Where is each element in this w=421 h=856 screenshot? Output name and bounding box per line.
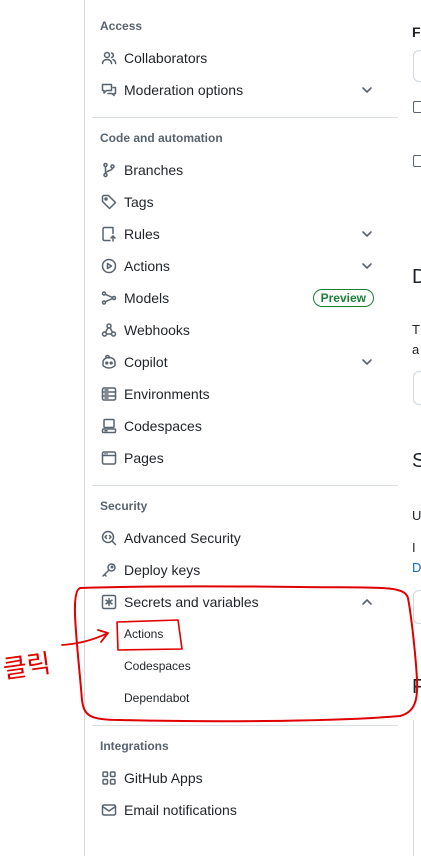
sidebar-item-actions[interactable]: Actions [84,251,390,281]
copilot-icon [100,353,118,371]
repo-push-icon [100,225,118,243]
right-panel-heading-fragment: S [412,450,421,472]
sidebar-item-label: Webhooks [124,322,190,338]
sidebar-item-label: Collaborators [124,50,208,66]
sidebar-item-copilot[interactable]: Copilot [84,347,390,377]
git-branch-icon [100,161,118,179]
codespaces-icon [100,417,118,435]
key-icon [100,561,118,579]
sidebar-item-webhooks[interactable]: Webhooks [84,315,390,345]
sidebar-item-collaborators[interactable]: Collaborators [84,43,390,73]
subitem-codespaces[interactable]: Codespaces [114,653,374,679]
sidebar-item-environments[interactable]: Environments [84,379,390,409]
sidebar-item-label: Advanced Security [124,530,241,546]
section-divider [92,117,398,118]
models-icon [100,289,118,307]
server-icon [100,385,118,403]
sidebar-item-label: Copilot [124,354,168,370]
sidebar-item-label: Secrets and variables [124,594,259,610]
sidebar-item-label: Codespaces [124,418,202,434]
sidebar-item-tags[interactable]: Tags [84,187,390,217]
subitem-actions[interactable]: Actions [114,621,374,647]
tag-icon [100,193,118,211]
sidebar-item-label: GitHub Apps [124,770,203,786]
sidebar-item-label: Tags [124,194,154,210]
browser-icon [100,449,118,467]
sidebar-item-advanced-security[interactable]: Advanced Security [84,523,390,553]
chevron-down-icon[interactable] [360,83,374,97]
sidebar-item-label: Actions [124,258,170,274]
section-divider [92,725,398,726]
webhook-icon [100,321,118,339]
right-panel-box-fragment [413,590,421,624]
mail-icon [100,801,118,819]
sidebar-item-codespaces[interactable]: Codespaces [84,411,390,441]
section-title-integrations: Integrations [100,739,169,753]
sidebar-item-label: Moderation options [124,82,244,98]
sidebar-item-email-notifications[interactable]: Email notifications [84,795,390,825]
sidebar-item-label: Branches [124,162,184,178]
right-panel-text-fragment: U [412,508,421,523]
section-title-security: Security [100,499,148,513]
chevron-down-icon[interactable] [360,227,374,241]
sidebar-item-label: Pages [124,450,164,466]
right-panel-input-fragment[interactable] [413,50,421,82]
play-icon [100,257,118,275]
right-panel-checkbox[interactable] [413,101,421,113]
chevron-down-icon[interactable] [360,355,374,369]
section-title-code-automation: Code and automation [100,131,223,145]
sidebar-item-secrets-and-variables[interactable]: Secrets and variables [84,587,390,617]
section-divider [92,485,398,486]
sidebar-item-deploy-keys[interactable]: Deploy keys [84,555,390,585]
sidebar-item-moderation-options[interactable]: Moderation options [84,75,390,105]
sidebar-item-github-apps[interactable]: GitHub Apps [84,763,390,793]
codescan-icon [100,529,118,547]
right-panel-text-fragment: T [412,322,420,337]
subitem-label: Codespaces [124,659,191,673]
right-panel-heading-fragment: D [412,266,421,288]
people-icon [100,49,118,67]
sidebar-item-label: Models [124,290,170,306]
apps-icon [100,769,118,787]
section-title-access: Access [100,19,143,33]
subitem-label: Actions [124,627,164,641]
settings-sidebar: Access Collaborators Moderation options … [84,0,406,856]
right-panel-border-fragment [413,720,414,856]
comment-discussion-icon [100,81,118,99]
right-panel-text-fragment: I [412,540,416,555]
key-asterisk-icon [100,593,118,611]
sidebar-item-rules[interactable]: Rules [84,219,390,249]
chevron-down-icon[interactable] [360,259,374,273]
right-panel-link-fragment[interactable]: D [412,560,421,578]
sidebar-item-label: Deploy keys [124,562,201,578]
right-panel-checkbox[interactable] [413,155,421,167]
sidebar-item-models[interactable]: Models Preview [84,283,390,313]
right-panel-text-fragment: a [412,342,420,357]
preview-badge: Preview [312,289,374,307]
annotation-handwritten-text: 클릭 [1,649,53,685]
right-panel-heading-fragment: F [412,676,421,698]
sidebar-item-branches[interactable]: Branches [84,155,390,185]
sidebar-item-label: Environments [124,386,210,402]
subitem-dependabot[interactable]: Dependabot [114,685,374,711]
right-panel-heading-fragment: F [412,24,421,40]
chevron-up-icon[interactable] [360,595,374,609]
sidebar-item-label: Email notifications [124,802,237,818]
subitem-label: Dependabot [124,691,190,705]
sidebar-item-pages[interactable]: Pages [84,443,390,473]
right-panel-button-fragment[interactable] [413,371,421,405]
sidebar-item-label: Rules [124,226,160,242]
